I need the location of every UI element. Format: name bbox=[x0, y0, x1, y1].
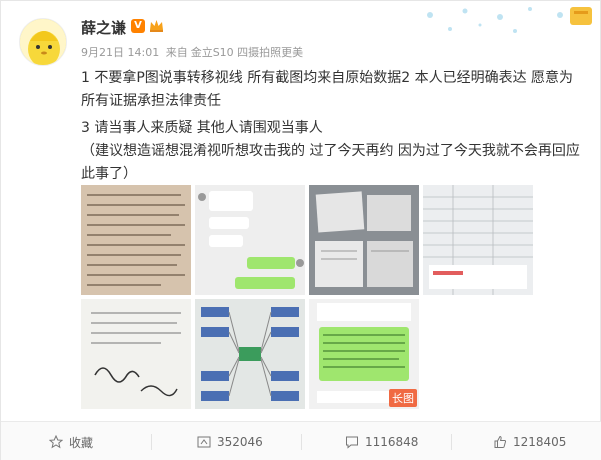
star-icon bbox=[49, 435, 63, 449]
action-bar: 收藏 352046 1116848 1218405 bbox=[1, 421, 601, 460]
spreadsheet-image bbox=[423, 185, 533, 295]
post-source[interactable]: 金立S10 四摄拍照更美 bbox=[191, 46, 303, 59]
content-paragraph-1: 1 不要拿P图说事转移视线 所有截图均来自原始数据2 本人已经明确表达 愿意为所… bbox=[81, 70, 574, 109]
image-thumb-2[interactable] bbox=[195, 185, 305, 295]
post-content: 1 不要拿P图说事转移视线 所有截图均来自原始数据2 本人已经明确表达 愿意为所… bbox=[81, 67, 581, 186]
repost-count: 352046 bbox=[217, 435, 263, 449]
like-count: 1218405 bbox=[513, 435, 567, 449]
chat-screenshot-image bbox=[195, 185, 305, 295]
document-photo-image bbox=[81, 185, 191, 295]
crown-icon[interactable] bbox=[149, 19, 164, 33]
comment-icon bbox=[346, 436, 358, 449]
post-meta: 9月21日 14:01 来自 金立S10 四摄拍照更美 bbox=[81, 44, 306, 60]
verified-badge[interactable]: V bbox=[131, 19, 145, 33]
long-image-badge: 长图 bbox=[389, 389, 417, 407]
source-prefix: 来自 bbox=[165, 46, 188, 59]
image-thumb-1[interactable] bbox=[81, 185, 191, 295]
image-thumb-3[interactable] bbox=[309, 185, 419, 295]
image-thumb-7[interactable]: 长图 bbox=[309, 299, 419, 409]
favorite-label: 收藏 bbox=[69, 435, 94, 450]
image-thumb-6[interactable] bbox=[195, 299, 305, 409]
username[interactable]: 薛之谦 bbox=[81, 17, 126, 38]
image-thumb-5[interactable] bbox=[81, 299, 191, 409]
thumbs-up-icon bbox=[494, 435, 507, 448]
weibo-post-card: 薛之谦 V 9月21日 14:01 来自 金立S10 四摄拍照更美 1 不要拿P图… bbox=[0, 0, 601, 460]
post-timestamp[interactable]: 9月21日 14:01 bbox=[81, 46, 159, 59]
avatar[interactable] bbox=[19, 18, 67, 66]
signed-paper-image bbox=[81, 299, 191, 409]
content-paragraph-3: （建议想造谣想混淆视听想攻击我的 过了今天再约 因为过了今天我就不会再回应此事了… bbox=[81, 143, 580, 182]
like-button[interactable]: 1218405 bbox=[493, 422, 566, 460]
divider bbox=[151, 434, 152, 450]
repost-button[interactable]: 352046 bbox=[197, 422, 263, 460]
divider bbox=[301, 434, 302, 450]
comment-button[interactable]: 1116848 bbox=[345, 422, 418, 460]
favorite-button[interactable]: 收藏 bbox=[49, 422, 93, 460]
header-decoration bbox=[427, 7, 592, 33]
divider bbox=[451, 434, 452, 450]
mindmap-image bbox=[195, 299, 305, 409]
avatar-image bbox=[20, 19, 66, 65]
image-thumb-4[interactable] bbox=[423, 185, 533, 295]
repost-icon bbox=[197, 436, 211, 448]
documents-photo-image bbox=[309, 185, 419, 295]
comment-count: 1116848 bbox=[365, 435, 419, 449]
content-paragraph-2: 3 请当事人来质疑 其他人请围观当事人 bbox=[81, 120, 323, 136]
